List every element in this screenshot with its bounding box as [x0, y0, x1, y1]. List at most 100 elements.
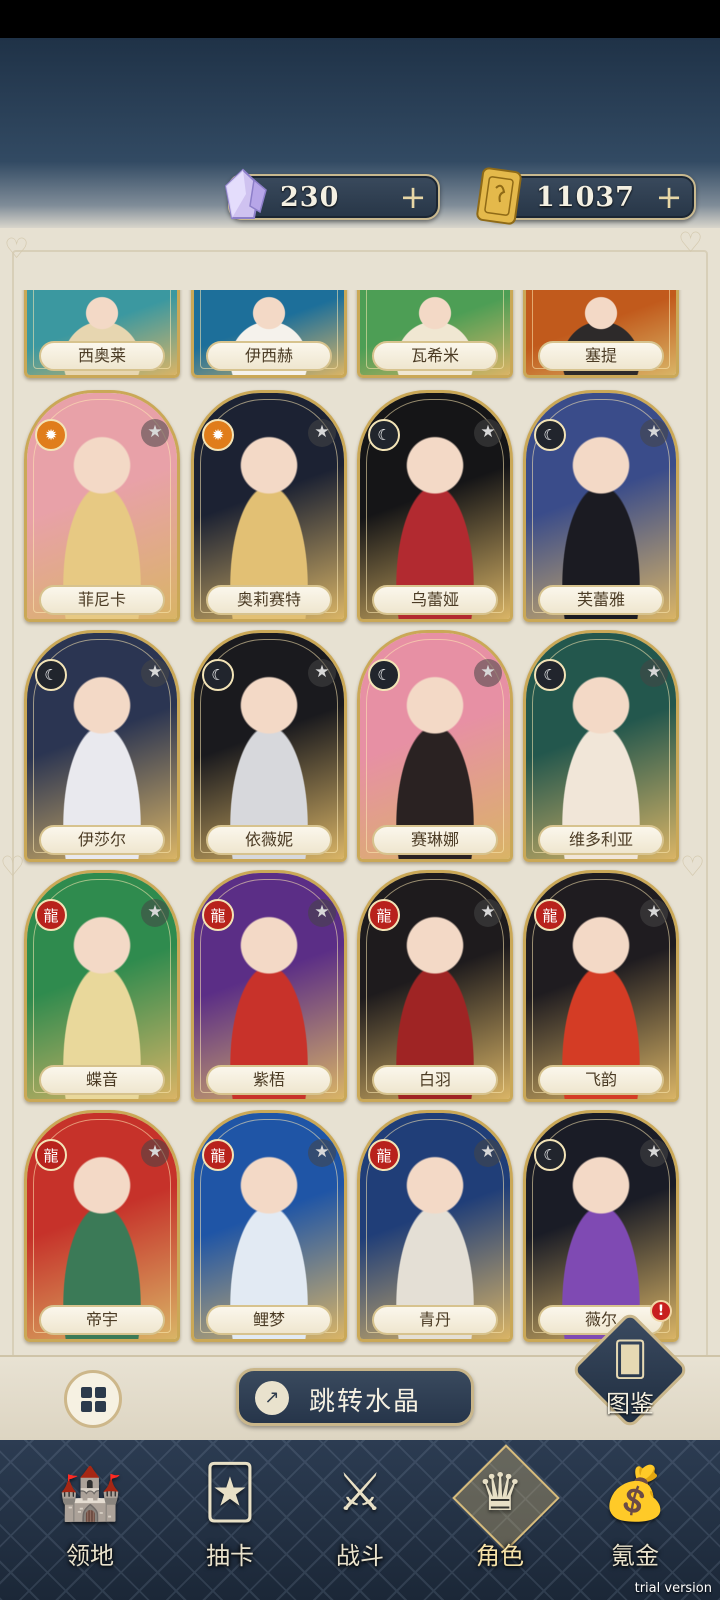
cards-icon: 🃏 — [203, 1463, 257, 1523]
favorite-star-icon[interactable]: ★ — [474, 1139, 502, 1167]
character-card[interactable]: ☾ ★ 伊莎尔 — [24, 630, 180, 862]
character-card[interactable]: 伊西赫 — [191, 290, 347, 378]
watermark: trial version — [634, 1581, 712, 1596]
grid-icon — [80, 1386, 106, 1412]
character-card[interactable]: ✹ ★ 菲尼卡 — [24, 390, 180, 622]
character-card[interactable]: ✹ ★ 奥莉赛特 — [191, 390, 347, 622]
ticket-count: 11037 — [536, 182, 635, 213]
moon-faction-icon: ☾ — [368, 659, 400, 691]
moon-faction-icon: ☾ — [534, 419, 566, 451]
add-ticket-button[interactable]: + — [652, 181, 686, 214]
character-card[interactable]: 西奥莱 — [24, 290, 180, 378]
character-name: 乌蕾娅 — [372, 585, 498, 615]
character-card[interactable]: 瓦希米 — [357, 290, 513, 378]
jump-crystal-label: 跳转水晶 — [309, 1387, 422, 1417]
favorite-star-icon[interactable]: ★ — [640, 1139, 668, 1167]
character-card[interactable]: ☾ ★ 依薇妮 — [191, 630, 347, 862]
character-card[interactable]: 龍 ★ 蝶音 — [24, 870, 180, 1102]
character-card[interactable]: 龍 ★ 青丹 — [357, 1110, 513, 1342]
favorite-star-icon[interactable]: ★ — [474, 899, 502, 927]
character-card[interactable]: 龍 ★ 紫梧 — [191, 870, 347, 1102]
nav-battle[interactable]: ⚔ 战斗 — [300, 1440, 420, 1600]
character-card[interactable]: ☾ ★ 芙蕾雅 — [523, 390, 679, 622]
character-name: 塞提 — [538, 341, 664, 371]
nav-characters[interactable]: ♛ 角色 — [440, 1440, 560, 1600]
nav-label: 抽卡 — [206, 1542, 254, 1570]
moon-faction-icon: ☾ — [35, 659, 67, 691]
character-name: 青丹 — [372, 1305, 498, 1335]
sun-faction-icon: ✹ — [202, 419, 234, 451]
favorite-star-icon[interactable]: ★ — [474, 659, 502, 687]
nav-label: 领地 — [66, 1542, 114, 1570]
favorite-star-icon[interactable]: ★ — [308, 1139, 336, 1167]
moon-faction-icon: ☾ — [202, 659, 234, 691]
dragon-faction-icon: 龍 — [534, 899, 566, 931]
favorite-star-icon[interactable]: ★ — [141, 659, 169, 687]
character-name: 飞韵 — [538, 1065, 664, 1095]
nav-shop[interactable]: 💰 氪金 — [575, 1440, 695, 1600]
ticket-currency: 11037 + — [476, 167, 696, 225]
favorite-star-icon[interactable]: ★ — [640, 419, 668, 447]
character-name: 瓦希米 — [372, 341, 498, 371]
dragon-faction-icon: 龍 — [35, 1139, 67, 1171]
favorite-star-icon[interactable]: ★ — [640, 659, 668, 687]
character-grid[interactable]: 西奥莱 伊西赫 瓦希米 塞提 ✹ ★ 菲尼卡 ✹ ★ 奥莉赛特 ☾ ★ 乌蕾娅 ☾ ★ 芙蕾雅 ☾ ★ 伊莎尔 ☾ ★ 依… — [0, 290, 720, 1360]
heart-ornament-icon: ♡ — [678, 226, 704, 259]
character-card[interactable]: 龍 ★ 鲤梦 — [191, 1110, 347, 1342]
crystal-count: 230 — [280, 182, 340, 213]
codex-button[interactable]: 🂠 图鉴 — [570, 1310, 690, 1430]
character-name: 帝宇 — [39, 1305, 165, 1335]
alert-badge: ! — [650, 1300, 672, 1322]
crystal-icon — [224, 168, 267, 219]
character-name: 依薇妮 — [206, 825, 332, 855]
character-card[interactable]: ☾ ★ 赛琳娜 — [357, 630, 513, 862]
dragon-faction-icon: 龍 — [202, 1139, 234, 1171]
dragon-faction-icon: 龍 — [35, 899, 67, 931]
castle-icon: 🏰 — [57, 1463, 123, 1524]
character-card[interactable]: 龍 ★ 帝宇 — [24, 1110, 180, 1342]
jump-crystal-button[interactable]: ↗ 跳转水晶 — [236, 1368, 474, 1426]
favorite-star-icon[interactable]: ★ — [474, 419, 502, 447]
character-name: 赛琳娜 — [372, 825, 498, 855]
add-crystal-button[interactable]: + — [396, 181, 430, 214]
nav-label: 氪金 — [611, 1542, 659, 1570]
crossed-swords-icon: ⚔ — [336, 1463, 384, 1523]
nav-label: 角色 — [476, 1542, 524, 1570]
character-name: 伊莎尔 — [39, 825, 165, 855]
codex-label: 图鉴 — [606, 1390, 654, 1418]
status-bar — [0, 0, 720, 38]
favorite-star-icon[interactable]: ★ — [141, 899, 169, 927]
moon-faction-icon: ☾ — [368, 419, 400, 451]
sun-faction-icon: ✹ — [35, 419, 67, 451]
character-name: 蝶音 — [39, 1065, 165, 1095]
character-name: 西奥莱 — [39, 341, 165, 371]
favorite-star-icon[interactable]: ★ — [308, 659, 336, 687]
character-name: 维多利亚 — [538, 825, 664, 855]
layout-toggle-button[interactable] — [64, 1370, 122, 1428]
character-card[interactable]: ☾ ★ 维多利亚 — [523, 630, 679, 862]
character-card[interactable]: 龍 ★ 白羽 — [357, 870, 513, 1102]
crystal-currency: 230 + — [224, 168, 440, 220]
character-card[interactable]: 龍 ★ 飞韵 — [523, 870, 679, 1102]
favorite-star-icon[interactable]: ★ — [308, 899, 336, 927]
nav-label: 战斗 — [336, 1542, 384, 1570]
nav-territory[interactable]: 🏰 领地 — [30, 1440, 150, 1600]
character-name: 菲尼卡 — [39, 585, 165, 615]
favorite-star-icon[interactable]: ★ — [308, 419, 336, 447]
favorite-star-icon[interactable]: ★ — [141, 1139, 169, 1167]
ticket-icon — [476, 167, 522, 225]
favorite-star-icon[interactable]: ★ — [141, 419, 169, 447]
character-name: 鲤梦 — [206, 1305, 332, 1335]
arrow-icon: ↗ — [255, 1381, 289, 1415]
heart-ornament-icon: ♡ — [4, 232, 30, 265]
character-card[interactable]: ☾ ★ 乌蕾娅 — [357, 390, 513, 622]
character-name: 紫梧 — [206, 1065, 332, 1095]
moon-faction-icon: ☾ — [534, 659, 566, 691]
character-name: 白羽 — [372, 1065, 498, 1095]
nav-gacha[interactable]: 🃏 抽卡 — [170, 1440, 290, 1600]
treasure-chest-icon: 💰 — [602, 1463, 668, 1524]
favorite-star-icon[interactable]: ★ — [640, 899, 668, 927]
dragon-faction-icon: 龍 — [202, 899, 234, 931]
character-name: 奥莉赛特 — [206, 585, 332, 615]
character-card[interactable]: 塞提 — [523, 290, 679, 378]
